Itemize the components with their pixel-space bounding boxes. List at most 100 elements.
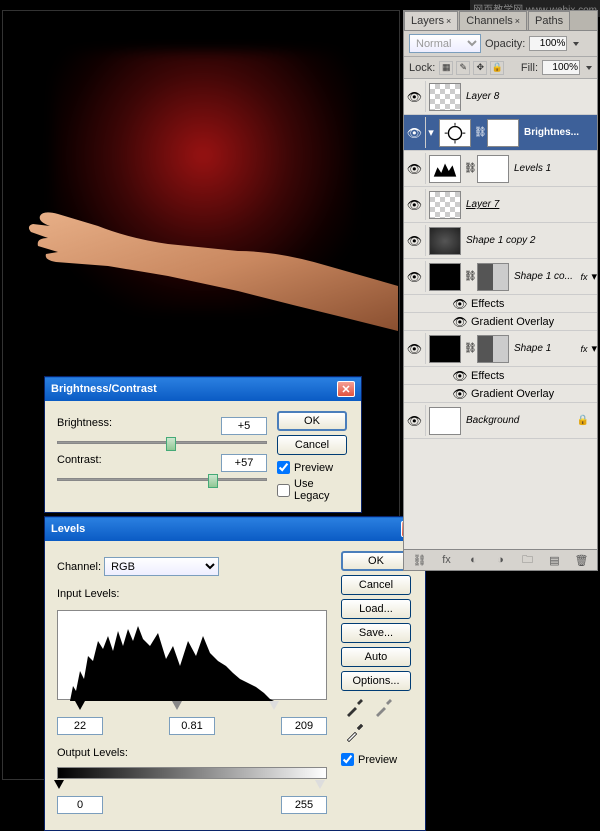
contrast-input[interactable] (221, 454, 267, 472)
link-icon[interactable]: ⛓ (464, 163, 474, 174)
layer-thumb[interactable] (429, 227, 461, 255)
cancel-button[interactable]: Cancel (277, 435, 347, 455)
layer-name[interactable]: Shape 1 co... (512, 271, 580, 282)
lock-all-icon[interactable]: 🔒 (490, 61, 504, 75)
slider-thumb[interactable] (208, 474, 218, 488)
mask-thumb[interactable] (477, 335, 509, 363)
link-icon[interactable]: ⛓ (474, 127, 484, 138)
layer-thumb[interactable] (429, 335, 461, 363)
contrast-slider[interactable] (57, 478, 267, 481)
blend-mode-select[interactable]: Normal (409, 34, 481, 53)
mask-thumb[interactable] (477, 263, 509, 291)
input-white[interactable] (281, 717, 327, 735)
slider-thumb[interactable] (166, 437, 176, 451)
chevron-right-icon[interactable] (573, 42, 579, 46)
ok-button[interactable]: OK (277, 411, 347, 431)
preview-checkbox[interactable]: Preview (277, 461, 349, 474)
chevron-right-icon[interactable] (586, 66, 592, 70)
load-button[interactable]: Load... (341, 599, 411, 619)
close-icon[interactable]: ✕ (337, 381, 355, 397)
dialog-titlebar[interactable]: Brightness/Contrast ✕ (45, 377, 361, 401)
link-icon[interactable]: ⛓ (464, 343, 474, 354)
mask-thumb[interactable] (487, 119, 519, 147)
effect-gradient-overlay[interactable]: 👁Gradient Overlay (404, 385, 597, 403)
layer-row[interactable]: 👁 ⛓ Levels 1 (404, 151, 597, 187)
adjustment-thumb[interactable] (439, 119, 471, 147)
output-black[interactable] (57, 796, 103, 814)
fx-icon[interactable]: fx (580, 344, 587, 354)
layer-thumb[interactable] (429, 191, 461, 219)
visibility-icon[interactable]: 👁 (404, 405, 426, 436)
chevron-down-icon[interactable]: ▾ (426, 126, 436, 139)
layer-name[interactable]: Layer 7 (464, 199, 597, 210)
auto-button[interactable]: Auto (341, 647, 411, 667)
black-point-slider[interactable] (75, 701, 85, 710)
chevron-down-icon[interactable]: ▾ (591, 270, 597, 283)
layer-row[interactable]: 👁 Background 🔒 (404, 403, 597, 439)
eyedropper-gray-icon[interactable] (372, 697, 394, 719)
layer-name[interactable]: Brightnes... (522, 127, 597, 138)
preview-checkbox[interactable]: Preview (341, 753, 413, 766)
white-point-slider[interactable] (269, 701, 279, 710)
group-icon[interactable]: 🗀 (520, 553, 536, 567)
lock-position-icon[interactable]: ✥ (473, 61, 487, 75)
visibility-icon[interactable]: 👁 (449, 367, 471, 384)
chevron-down-icon[interactable]: ▾ (591, 342, 597, 355)
layer-name[interactable]: Shape 1 copy 2 (464, 235, 597, 246)
gamma-slider[interactable] (172, 701, 182, 710)
options-button[interactable]: Options... (341, 671, 411, 691)
dialog-titlebar[interactable]: Levels ✕ (45, 517, 425, 541)
layer-row[interactable]: 👁 ⛓ Shape 1 fx ▾ (404, 331, 597, 367)
opacity-input[interactable] (529, 36, 567, 51)
lock-transparency-icon[interactable]: ▦ (439, 61, 453, 75)
eyedropper-white-icon[interactable] (343, 722, 365, 744)
input-gamma[interactable] (169, 717, 215, 735)
layer-row[interactable]: 👁 Shape 1 copy 2 (404, 223, 597, 259)
effects-row[interactable]: 👁Effects (404, 295, 597, 313)
cancel-button[interactable]: Cancel (341, 575, 411, 595)
visibility-icon[interactable]: 👁 (404, 81, 426, 112)
visibility-icon[interactable]: 👁 (404, 261, 426, 292)
adjustment-thumb[interactable] (429, 155, 461, 183)
legacy-checkbox[interactable]: Use Legacy (277, 478, 349, 502)
visibility-icon[interactable]: 👁 (449, 385, 471, 402)
layer-row[interactable]: 👁 Layer 8 (404, 79, 597, 115)
layer-row[interactable]: 👁 Layer 7 (404, 187, 597, 223)
layer-thumb[interactable] (429, 263, 461, 291)
output-white[interactable] (281, 796, 327, 814)
ok-button[interactable]: OK (341, 551, 411, 571)
new-layer-icon[interactable]: ▤ (547, 553, 563, 567)
visibility-icon[interactable]: 👁 (404, 153, 426, 184)
visibility-icon[interactable]: 👁 (404, 333, 426, 364)
fill-input[interactable] (542, 60, 580, 75)
effects-row[interactable]: 👁Effects (404, 367, 597, 385)
fx-icon[interactable]: fx (580, 272, 587, 282)
mask-icon[interactable]: ◐ (466, 553, 482, 567)
tab-layers[interactable]: Layers× (404, 11, 458, 30)
close-icon[interactable]: × (515, 16, 520, 26)
visibility-icon[interactable]: 👁 (449, 313, 471, 330)
tab-channels[interactable]: Channels× (459, 11, 527, 30)
brightness-slider[interactable] (57, 441, 267, 444)
mask-thumb[interactable] (477, 155, 509, 183)
out-black-slider[interactable] (54, 780, 64, 789)
eyedropper-black-icon[interactable] (343, 697, 365, 719)
link-icon[interactable]: ⛓ (464, 271, 474, 282)
brightness-input[interactable] (221, 417, 267, 435)
layer-thumb[interactable] (429, 407, 461, 435)
layer-name[interactable]: Layer 8 (464, 91, 597, 102)
input-sliders[interactable] (57, 701, 327, 711)
layer-name[interactable]: Levels 1 (512, 163, 597, 174)
close-icon[interactable]: × (446, 16, 451, 26)
lock-pixels-icon[interactable]: ✎ (456, 61, 470, 75)
layer-row[interactable]: 👁 ⛓ Shape 1 co... fx ▾ (404, 259, 597, 295)
visibility-icon[interactable]: 👁 (404, 189, 426, 220)
effect-gradient-overlay[interactable]: 👁Gradient Overlay (404, 313, 597, 331)
layer-name[interactable]: Background (464, 415, 577, 426)
visibility-icon[interactable]: 👁 (449, 295, 471, 312)
link-layers-icon[interactable]: ⛓ (412, 553, 428, 567)
layer-thumb[interactable] (429, 83, 461, 111)
save-button[interactable]: Save... (341, 623, 411, 643)
input-black[interactable] (57, 717, 103, 735)
layer-name[interactable]: Shape 1 (512, 343, 580, 354)
